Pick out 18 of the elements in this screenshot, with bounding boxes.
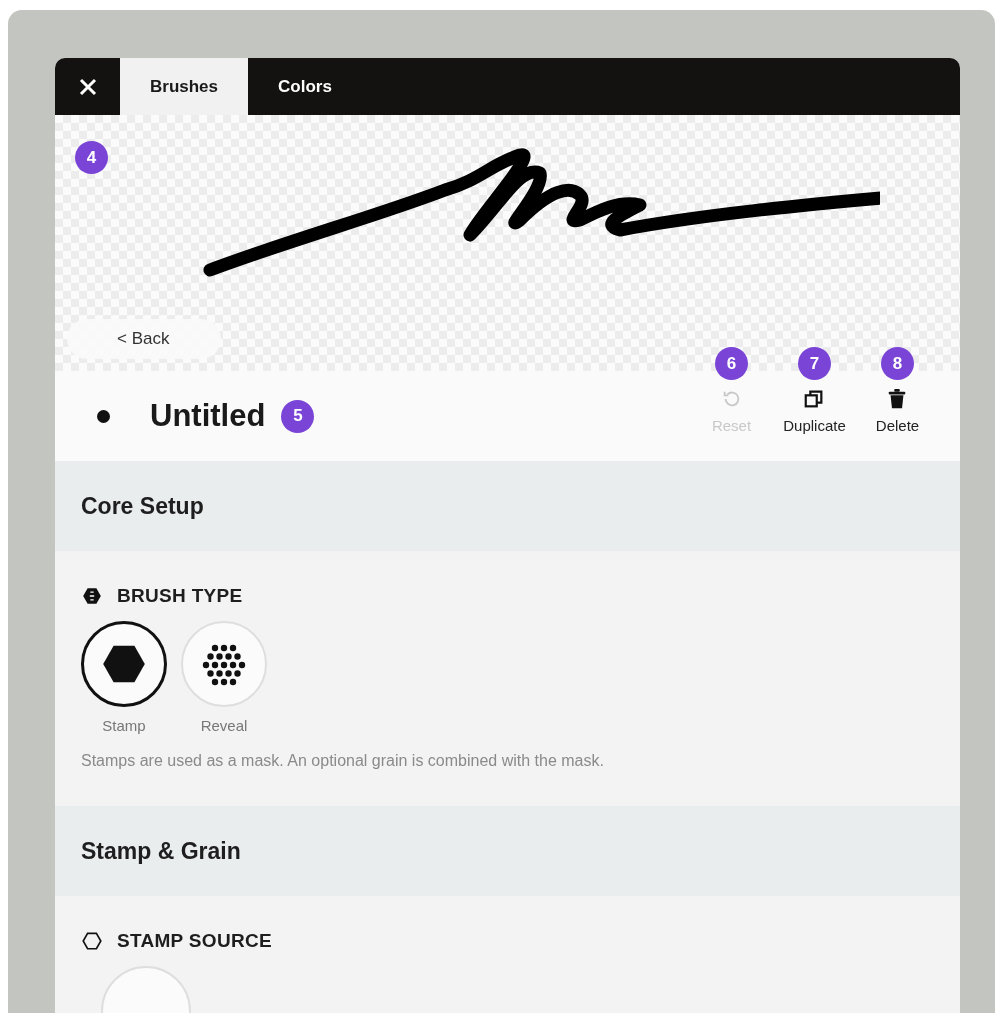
hexagon-outline-icon [81,932,103,950]
brush-name: Untitled [150,398,266,434]
section-title: Stamp & Grain [81,837,241,865]
delete-button[interactable]: Delete [875,388,920,434]
setting-heading: STAMP SOURCE [117,930,272,952]
dotted-hexagon-icon [200,642,248,686]
hexagon-icon [81,587,103,605]
brush-dot-icon [97,409,110,423]
section-title: Core Setup [81,492,204,520]
description-text: Stamps are used as a mask. An optional grain is combined with the mask. [81,752,605,770]
close-icon [78,77,97,96]
duplicate-button[interactable]: Duplicate [783,388,846,434]
number-marker: 5 [281,399,315,433]
number-marker: 4 [75,141,108,174]
tab[interactable]: Brushes [120,58,249,115]
tab[interactable]: Colors [248,58,362,115]
setting-heading: BRUSH TYPE [117,585,243,607]
back-button[interactable]: < Back [67,319,222,359]
